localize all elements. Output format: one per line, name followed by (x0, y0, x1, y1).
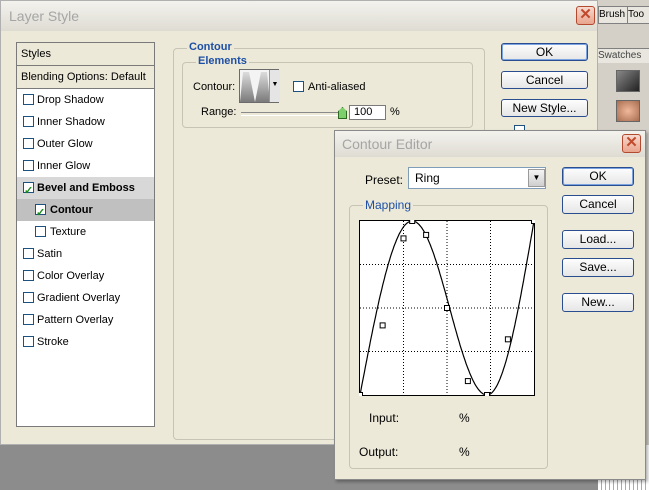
style-item-label: Pattern Overlay (37, 314, 114, 326)
curve-control-point[interactable] (379, 322, 386, 329)
style-item-checkbox[interactable] (23, 292, 34, 303)
style-item-label: Outer Glow (37, 138, 93, 150)
mapping-group-label: Mapping (363, 198, 414, 212)
style-item-checkbox[interactable] (35, 226, 46, 237)
new-style-button[interactable]: New Style... (501, 99, 588, 117)
style-item-label: Drop Shadow (37, 94, 104, 106)
curve-control-point[interactable] (531, 220, 536, 224)
style-item-label: Inner Glow (37, 160, 91, 172)
curve-control-point[interactable] (359, 392, 363, 397)
brush-tab[interactable]: Brush (598, 6, 628, 24)
style-item-color-overlay[interactable]: Color Overlay (17, 265, 154, 287)
blending-options-label: Blending Options: Default (21, 71, 146, 83)
curve-control-point[interactable] (423, 231, 430, 238)
contour-editor-close-icon[interactable]: ✕ (622, 134, 641, 153)
contour-cancel-button[interactable]: Cancel (562, 195, 634, 214)
style-item-stroke[interactable]: Stroke (17, 331, 154, 353)
style-item-label: Satin (37, 248, 63, 260)
preset-select-value: Ring (415, 171, 440, 185)
cancel-button[interactable]: Cancel (501, 71, 588, 89)
contour-new-button[interactable]: New... (562, 293, 634, 312)
layer-style-title: Layer Style (9, 8, 80, 24)
contour-group-label: Contour (187, 41, 234, 53)
layer-style-close-icon[interactable]: ✕ (576, 6, 595, 25)
contour-curve-graph[interactable] (359, 220, 535, 396)
style-item-outer-glow[interactable]: Outer Glow (17, 133, 154, 155)
contour-ok-button[interactable]: OK (562, 167, 634, 186)
elements-groupbox (182, 62, 473, 128)
curve-control-point[interactable] (504, 336, 511, 343)
input-label: Input: (369, 411, 400, 425)
contour-load-button[interactable]: Load... (562, 230, 634, 249)
layer-style-titlebar (1, 1, 597, 31)
preset-select[interactable]: Ring ▼ (408, 167, 546, 189)
curve-control-point[interactable] (484, 392, 491, 397)
styles-list: Styles Blending Options: Default Drop Sh… (16, 42, 155, 427)
curve-control-point[interactable] (444, 305, 450, 311)
input-unit: % (459, 411, 470, 425)
style-item-inner-shadow[interactable]: Inner Shadow (17, 111, 154, 133)
style-item-inner-glow[interactable]: Inner Glow (17, 155, 154, 177)
contour-dropdown-arrow-icon[interactable]: ▼ (269, 70, 280, 102)
anti-aliased-label: Anti-aliased (308, 81, 366, 93)
range-input[interactable]: 100 (349, 105, 386, 120)
swatches-tab[interactable]: Swatches (598, 48, 649, 63)
palette-swatch-dark[interactable] (616, 70, 640, 92)
style-item-checkbox[interactable] (23, 270, 34, 281)
contour-thumbnail[interactable]: ▼ (239, 69, 280, 103)
style-item-label: Stroke (37, 336, 69, 348)
style-item-checkbox[interactable] (23, 314, 34, 325)
preset-label: Preset: (365, 173, 404, 187)
range-unit: % (390, 106, 400, 118)
style-item-label: Gradient Overlay (37, 292, 121, 304)
contour-preview-icon (240, 72, 270, 102)
style-item-gradient-overlay[interactable]: Gradient Overlay (17, 287, 154, 309)
style-item-label: Inner Shadow (37, 116, 105, 128)
style-item-checkbox[interactable] (23, 94, 34, 105)
curve-control-point[interactable] (409, 220, 416, 224)
style-item-texture[interactable]: Texture (17, 221, 154, 243)
style-item-checkbox[interactable] (23, 180, 34, 202)
style-item-label: Color Overlay (37, 270, 105, 282)
style-item-label: Contour (50, 204, 93, 216)
elements-group-label: Elements (196, 55, 249, 67)
curve-control-point[interactable] (464, 378, 471, 385)
preset-dropdown-icon[interactable]: ▼ (528, 169, 545, 187)
contour-save-button[interactable]: Save... (562, 258, 634, 277)
style-item-contour[interactable]: Contour (17, 199, 154, 224)
palette-swatch-skin[interactable] (616, 100, 640, 122)
tool-tab[interactable]: Too (627, 6, 649, 24)
anti-aliased-checkbox[interactable] (293, 81, 304, 92)
style-item-label: Texture (50, 226, 87, 238)
style-item-checkbox[interactable] (23, 248, 34, 259)
range-label: Range: (201, 106, 237, 118)
style-item-bevel-and-emboss[interactable]: Bevel and Emboss (17, 177, 154, 202)
ok-button[interactable]: OK (501, 43, 588, 61)
style-item-checkbox[interactable] (35, 202, 46, 224)
range-slider-track[interactable] (241, 112, 341, 116)
style-item-checkbox[interactable] (23, 116, 34, 127)
style-item-checkbox[interactable] (23, 336, 34, 347)
blending-options[interactable]: Blending Options: Default (17, 66, 154, 89)
style-item-pattern-overlay[interactable]: Pattern Overlay (17, 309, 154, 331)
contour-label: Contour: (193, 81, 236, 93)
style-item-satin[interactable]: Satin (17, 243, 154, 265)
contour-editor-title: Contour Editor (342, 136, 433, 152)
styles-header[interactable]: Styles (17, 43, 154, 66)
style-item-drop-shadow[interactable]: Drop Shadow (17, 89, 154, 111)
style-item-label: Bevel and Emboss (37, 182, 135, 194)
style-item-checkbox[interactable] (23, 138, 34, 149)
output-unit: % (459, 445, 470, 459)
styles-header-label: Styles (21, 48, 51, 60)
output-label: Output: (359, 445, 399, 459)
style-item-checkbox[interactable] (23, 160, 34, 171)
curve-control-point[interactable] (400, 235, 407, 242)
contour-editor-dialog: Contour Editor ✕ Preset: Ring ▼ Mapping … (334, 130, 646, 480)
